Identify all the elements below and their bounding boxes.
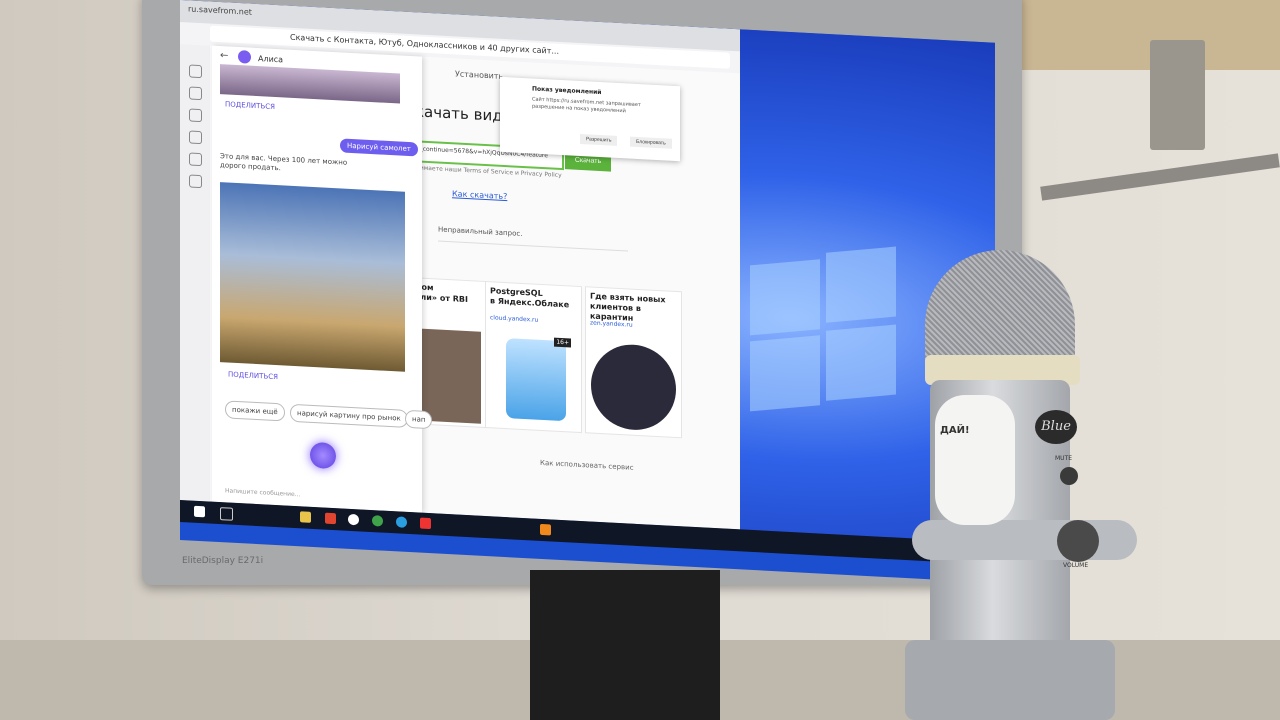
ad-title: дом ели» от RBI (415, 282, 468, 305)
bell-icon[interactable] (189, 86, 202, 101)
microphone-yoke (912, 520, 1137, 560)
star-icon[interactable] (189, 130, 202, 145)
monitor-model: EliteDisplay E271i (182, 556, 264, 566)
search-icon[interactable] (220, 507, 233, 521)
sticker-text: ДАЙ! (940, 425, 970, 436)
back-arrow-icon[interactable]: ← (220, 50, 228, 61)
browser-sidebar (180, 44, 210, 502)
block-button[interactable]: Блокировать (630, 136, 672, 149)
chrome-icon[interactable] (372, 515, 383, 527)
ad-source: cloud.yandex.ru (490, 314, 539, 324)
ad-card[interactable]: Где взять новых клиентов в карантин zen.… (585, 286, 682, 439)
yandex-browser-icon[interactable] (420, 517, 431, 530)
allow-button[interactable]: Разрешить (580, 133, 618, 146)
suggestion-chip[interactable]: покажи ещё (225, 400, 285, 422)
volume-knob[interactable] (1057, 520, 1099, 562)
windows-logo-icon (750, 246, 900, 415)
firefox-icon[interactable] (325, 512, 336, 525)
shelf-bracket (1150, 40, 1205, 150)
alice-voice-button[interactable] (310, 441, 336, 470)
grid-icon[interactable] (189, 64, 202, 79)
vlc-icon[interactable] (540, 523, 551, 536)
clock-icon[interactable] (189, 108, 202, 123)
alice-logo (238, 50, 251, 64)
ad-card[interactable]: PostgreSQL в Яндекс.Облаке cloud.yandex.… (485, 280, 582, 434)
ad-image (421, 328, 481, 424)
alice-title: Алиса (258, 54, 284, 65)
age-badge: 16+ (554, 337, 571, 348)
ad-source: zen.yandex.ru (590, 319, 633, 329)
yandex-icon[interactable] (348, 513, 359, 526)
usb-sticker (935, 395, 1015, 525)
mute-label: MUTE (1055, 455, 1073, 462)
monitor-stand (530, 570, 720, 720)
browser-tab[interactable]: ru.savefrom.net (188, 4, 252, 16)
volume-label: VOLUME (1063, 562, 1089, 569)
download-icon[interactable] (189, 152, 202, 167)
ad-title: PostgreSQL в Яндекс.Облаке (490, 286, 570, 310)
folder-icon[interactable] (300, 511, 311, 523)
mute-button[interactable] (1060, 467, 1078, 485)
database-icon (506, 338, 566, 422)
rocket-icon (591, 342, 676, 432)
play-icon[interactable] (189, 174, 202, 189)
telegram-icon[interactable] (396, 516, 407, 528)
monitor-screen: ru.savefrom.net Скачать с Контакта, Ютуб… (180, 0, 995, 583)
start-icon[interactable] (194, 505, 205, 518)
microphone-base (905, 640, 1115, 720)
generated-painting (220, 182, 405, 372)
blue-logo-badge: Blue (1035, 410, 1077, 444)
suggestion-chip[interactable]: нап (405, 409, 433, 430)
